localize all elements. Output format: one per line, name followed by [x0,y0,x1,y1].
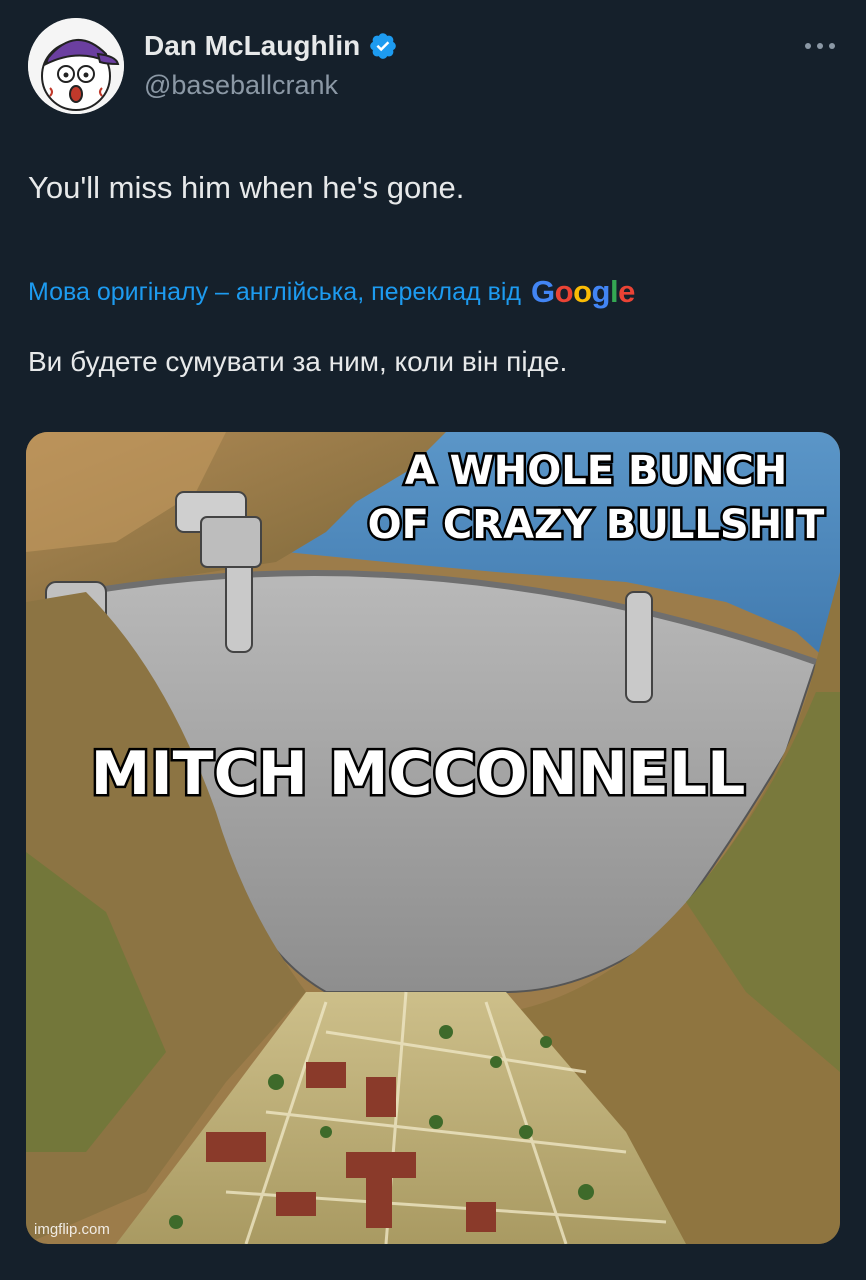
tweet-header: Dan McLaughlin @baseballcrank [28,18,838,118]
author-avatar[interactable] [28,18,124,114]
baseball-cartoon-avatar-icon [28,18,124,114]
google-logo: Google [531,274,635,309]
center-caption: MITCH MCCONNELL [91,739,746,809]
translation-notice: Мова оригіналу – англійська, переклад ві… [28,274,635,310]
imgflip-watermark: imgflip.com [34,1221,110,1238]
author-handle[interactable]: @baseballcrank [144,70,338,101]
top-caption-line1: A WHOLE BUNCH [405,448,788,494]
meme-image[interactable]: A WHOLE BUNCH OF CRAZY BULLSHIT MITCH MC… [26,432,840,1244]
dam-meme-illustration: A WHOLE BUNCH OF CRAZY BULLSHIT MITCH MC… [26,432,840,1244]
translation-link[interactable]: Мова оригіналу – англійська, переклад ві… [28,278,521,307]
tweet-text: You'll miss him when he's gone. [28,170,465,205]
author-name[interactable]: Dan McLaughlin [144,30,360,62]
translated-text: Ви будете сумувати за ним, коли він піде… [28,346,568,377]
more-options-icon[interactable] [796,26,844,66]
top-caption-line2: OF CRAZY BULLSHIT [368,502,825,548]
author-name-row: Dan McLaughlin [144,30,398,62]
verified-badge-icon[interactable] [368,31,398,61]
